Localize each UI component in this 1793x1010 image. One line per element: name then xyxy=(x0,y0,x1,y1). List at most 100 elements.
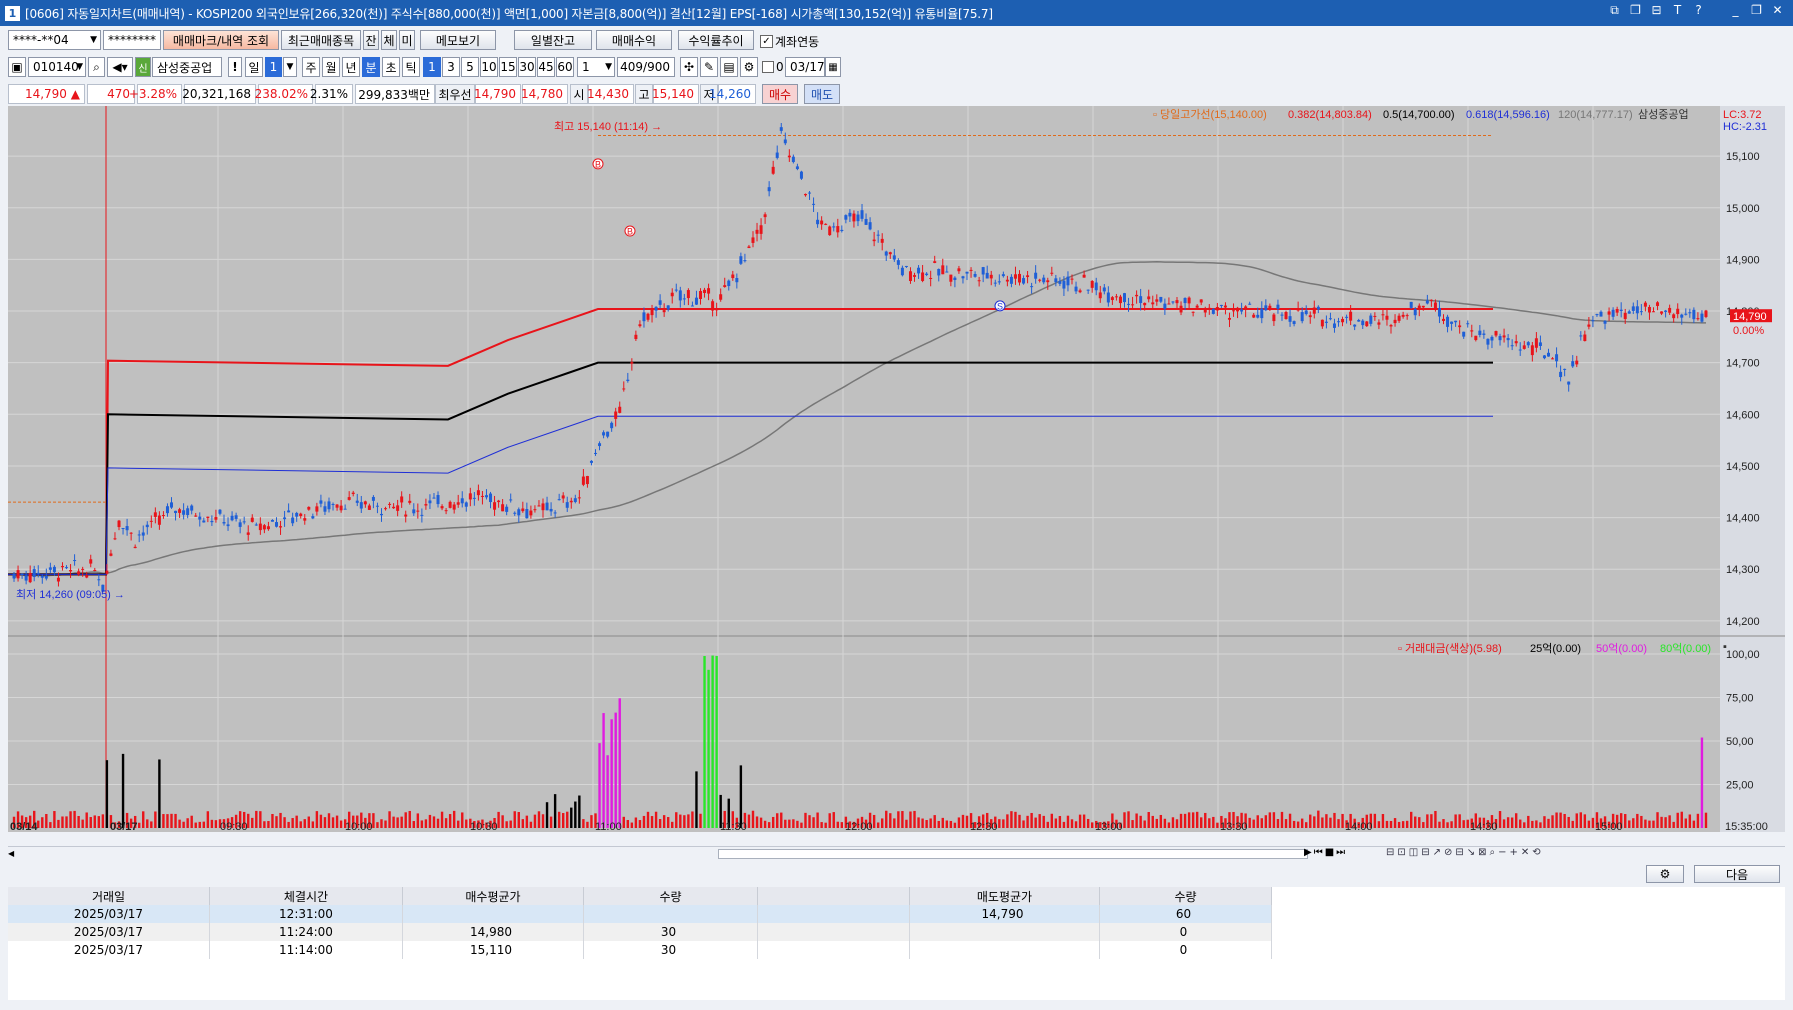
candle-body xyxy=(686,290,690,299)
candle-body xyxy=(174,510,178,514)
candle-body xyxy=(985,272,989,279)
balance-button[interactable]: 잔 xyxy=(363,30,379,50)
period-second[interactable]: 초 xyxy=(382,57,400,77)
close-icon[interactable]: ✕ xyxy=(1770,3,1785,18)
high-value: 15,140 xyxy=(652,84,699,104)
next-button[interactable]: 다음 xyxy=(1694,865,1780,883)
speaker-icon[interactable]: ◀▾ xyxy=(107,57,133,77)
scroll-left-icon[interactable]: ◀ xyxy=(8,849,18,859)
volume-bar xyxy=(424,819,428,828)
volume-bar xyxy=(384,820,387,828)
help-icon[interactable]: ? xyxy=(1691,3,1706,18)
alert-icon[interactable]: ! xyxy=(228,57,242,77)
volume-bar xyxy=(1280,811,1284,828)
price-tick-label: 14,500 xyxy=(1726,461,1760,473)
candle-body xyxy=(517,509,521,516)
volume-bar xyxy=(452,810,456,828)
executed-button[interactable]: 체 xyxy=(381,30,397,50)
daily-balance-button[interactable]: 일별잔고 xyxy=(514,30,592,50)
candle-body xyxy=(1042,277,1046,283)
volume-bar xyxy=(1510,817,1514,828)
period-day-count[interactable]: 1 xyxy=(265,57,282,77)
period-tick[interactable]: 틱 xyxy=(402,57,420,77)
candle-body xyxy=(258,523,262,531)
volume-bar xyxy=(929,818,932,828)
period-month[interactable]: 월 xyxy=(322,57,340,77)
calendar-icon[interactable]: ▦ xyxy=(825,57,841,77)
period-day[interactable]: 일 xyxy=(245,57,263,77)
minute-60[interactable]: 60 xyxy=(556,57,574,77)
chevron-down-icon[interactable]: ▼ xyxy=(283,57,297,77)
profit-trend-button[interactable]: 수익률추이 xyxy=(678,30,754,50)
buy-button[interactable]: 매수 xyxy=(762,84,798,104)
candle-body xyxy=(925,273,929,275)
date-field[interactable]: 03/17 xyxy=(785,57,825,77)
password-field[interactable]: ******** xyxy=(103,30,161,50)
chart-scrollbar[interactable]: ◀ ▶⏮■⏭ ⊟⊡◫⊟↗⊘⊟↘⊠⌕−+✕⟲ xyxy=(8,846,1785,861)
playback-controls[interactable]: ▶⏮■⏭ xyxy=(1304,847,1347,858)
sell-button[interactable]: 매도 xyxy=(804,84,840,104)
minute-45[interactable]: 45 xyxy=(537,57,555,77)
save-icon[interactable]: ⊟ xyxy=(1649,3,1664,18)
save-icon[interactable]: ▤ xyxy=(720,57,738,77)
volume-bar xyxy=(715,655,718,828)
tool-icon[interactable]: ✣ xyxy=(680,57,698,77)
copy-window-icon[interactable]: ❐ xyxy=(1628,3,1643,18)
layout-icon[interactable]: ▣ xyxy=(8,57,26,77)
minute-10[interactable]: 10 xyxy=(480,57,498,77)
volume-bar xyxy=(650,816,654,828)
volume-bar xyxy=(1555,812,1558,828)
candle-body xyxy=(896,260,900,265)
candle-body xyxy=(311,516,315,519)
chart-panel[interactable]: 15,10015,00014,90014,80014,70014,60014,5… xyxy=(8,106,1785,832)
minute-3[interactable]: 3 xyxy=(442,57,460,77)
count-select[interactable]: 1 ▼ xyxy=(577,57,615,77)
minute-30[interactable]: 30 xyxy=(518,57,536,77)
search-icon[interactable]: ⌕ xyxy=(88,57,105,77)
minute-1[interactable]: 1 xyxy=(423,57,441,77)
unfilled-button[interactable]: 미 xyxy=(399,30,415,50)
volume-bar xyxy=(937,820,940,828)
minimize-icon[interactable]: _ xyxy=(1728,3,1743,18)
minute-5[interactable]: 5 xyxy=(461,57,479,77)
quote-volume: 20,321,168 xyxy=(182,84,256,104)
volume-bar xyxy=(792,819,795,828)
zero-checkbox[interactable]: 0 xyxy=(762,60,784,74)
candle-body xyxy=(1684,313,1688,315)
volume-bar xyxy=(1397,821,1401,828)
link-icon[interactable]: ⧉ xyxy=(1607,3,1622,18)
account-link-checkbox[interactable]: ✓ 계좌연동 xyxy=(760,33,819,50)
candle-body xyxy=(1458,325,1462,328)
font-icon[interactable]: T xyxy=(1670,3,1685,18)
chart-svg[interactable]: 15,10015,00014,90014,80014,70014,60014,5… xyxy=(8,106,1785,832)
scroll-thumb[interactable] xyxy=(718,849,1308,859)
time-tick-label: 11:00 xyxy=(595,821,622,832)
trade-profit-button[interactable]: 매매수익 xyxy=(596,30,672,50)
volume-bar xyxy=(1090,822,1094,828)
range-field[interactable]: 409/900 xyxy=(617,57,675,77)
candle-body xyxy=(52,566,56,573)
candle-body xyxy=(622,388,626,390)
gear-icon[interactable]: ⚙ xyxy=(740,57,758,77)
candle-body xyxy=(1122,293,1126,303)
volume-bar xyxy=(562,813,565,828)
stock-code-select[interactable]: 010140 ▼ xyxy=(28,57,86,77)
period-year[interactable]: 년 xyxy=(342,57,360,77)
volume-bar xyxy=(622,816,625,828)
volume-bar xyxy=(404,812,407,828)
period-minute[interactable]: 분 xyxy=(362,57,380,77)
zoom-controls[interactable]: ⊟⊡◫⊟↗⊘⊟↘⊠⌕−+✕⟲ xyxy=(1386,847,1544,858)
period-week[interactable]: 주 xyxy=(302,57,320,77)
edit-icon[interactable]: ✎ xyxy=(700,57,718,77)
candle-body xyxy=(715,308,719,311)
window-title: [0606] 자동일지차트(매매내역) - KOSPI200 외국인보유[266… xyxy=(25,6,993,21)
settings-icon[interactable]: ⚙ xyxy=(1646,865,1684,883)
col-sell-qty: 수량 xyxy=(1100,887,1272,905)
account-select[interactable]: ****-**04 ▼ xyxy=(8,30,101,50)
candle-body xyxy=(1357,320,1361,322)
minute-15[interactable]: 15 xyxy=(499,57,517,77)
trade-mark-button[interactable]: 매매마크/내역 조회 xyxy=(163,30,279,50)
restore-icon[interactable]: ❐ xyxy=(1749,3,1764,18)
memo-button[interactable]: 메모보기 xyxy=(420,30,496,50)
recent-trades-button[interactable]: 최근매매종목 xyxy=(281,30,361,50)
